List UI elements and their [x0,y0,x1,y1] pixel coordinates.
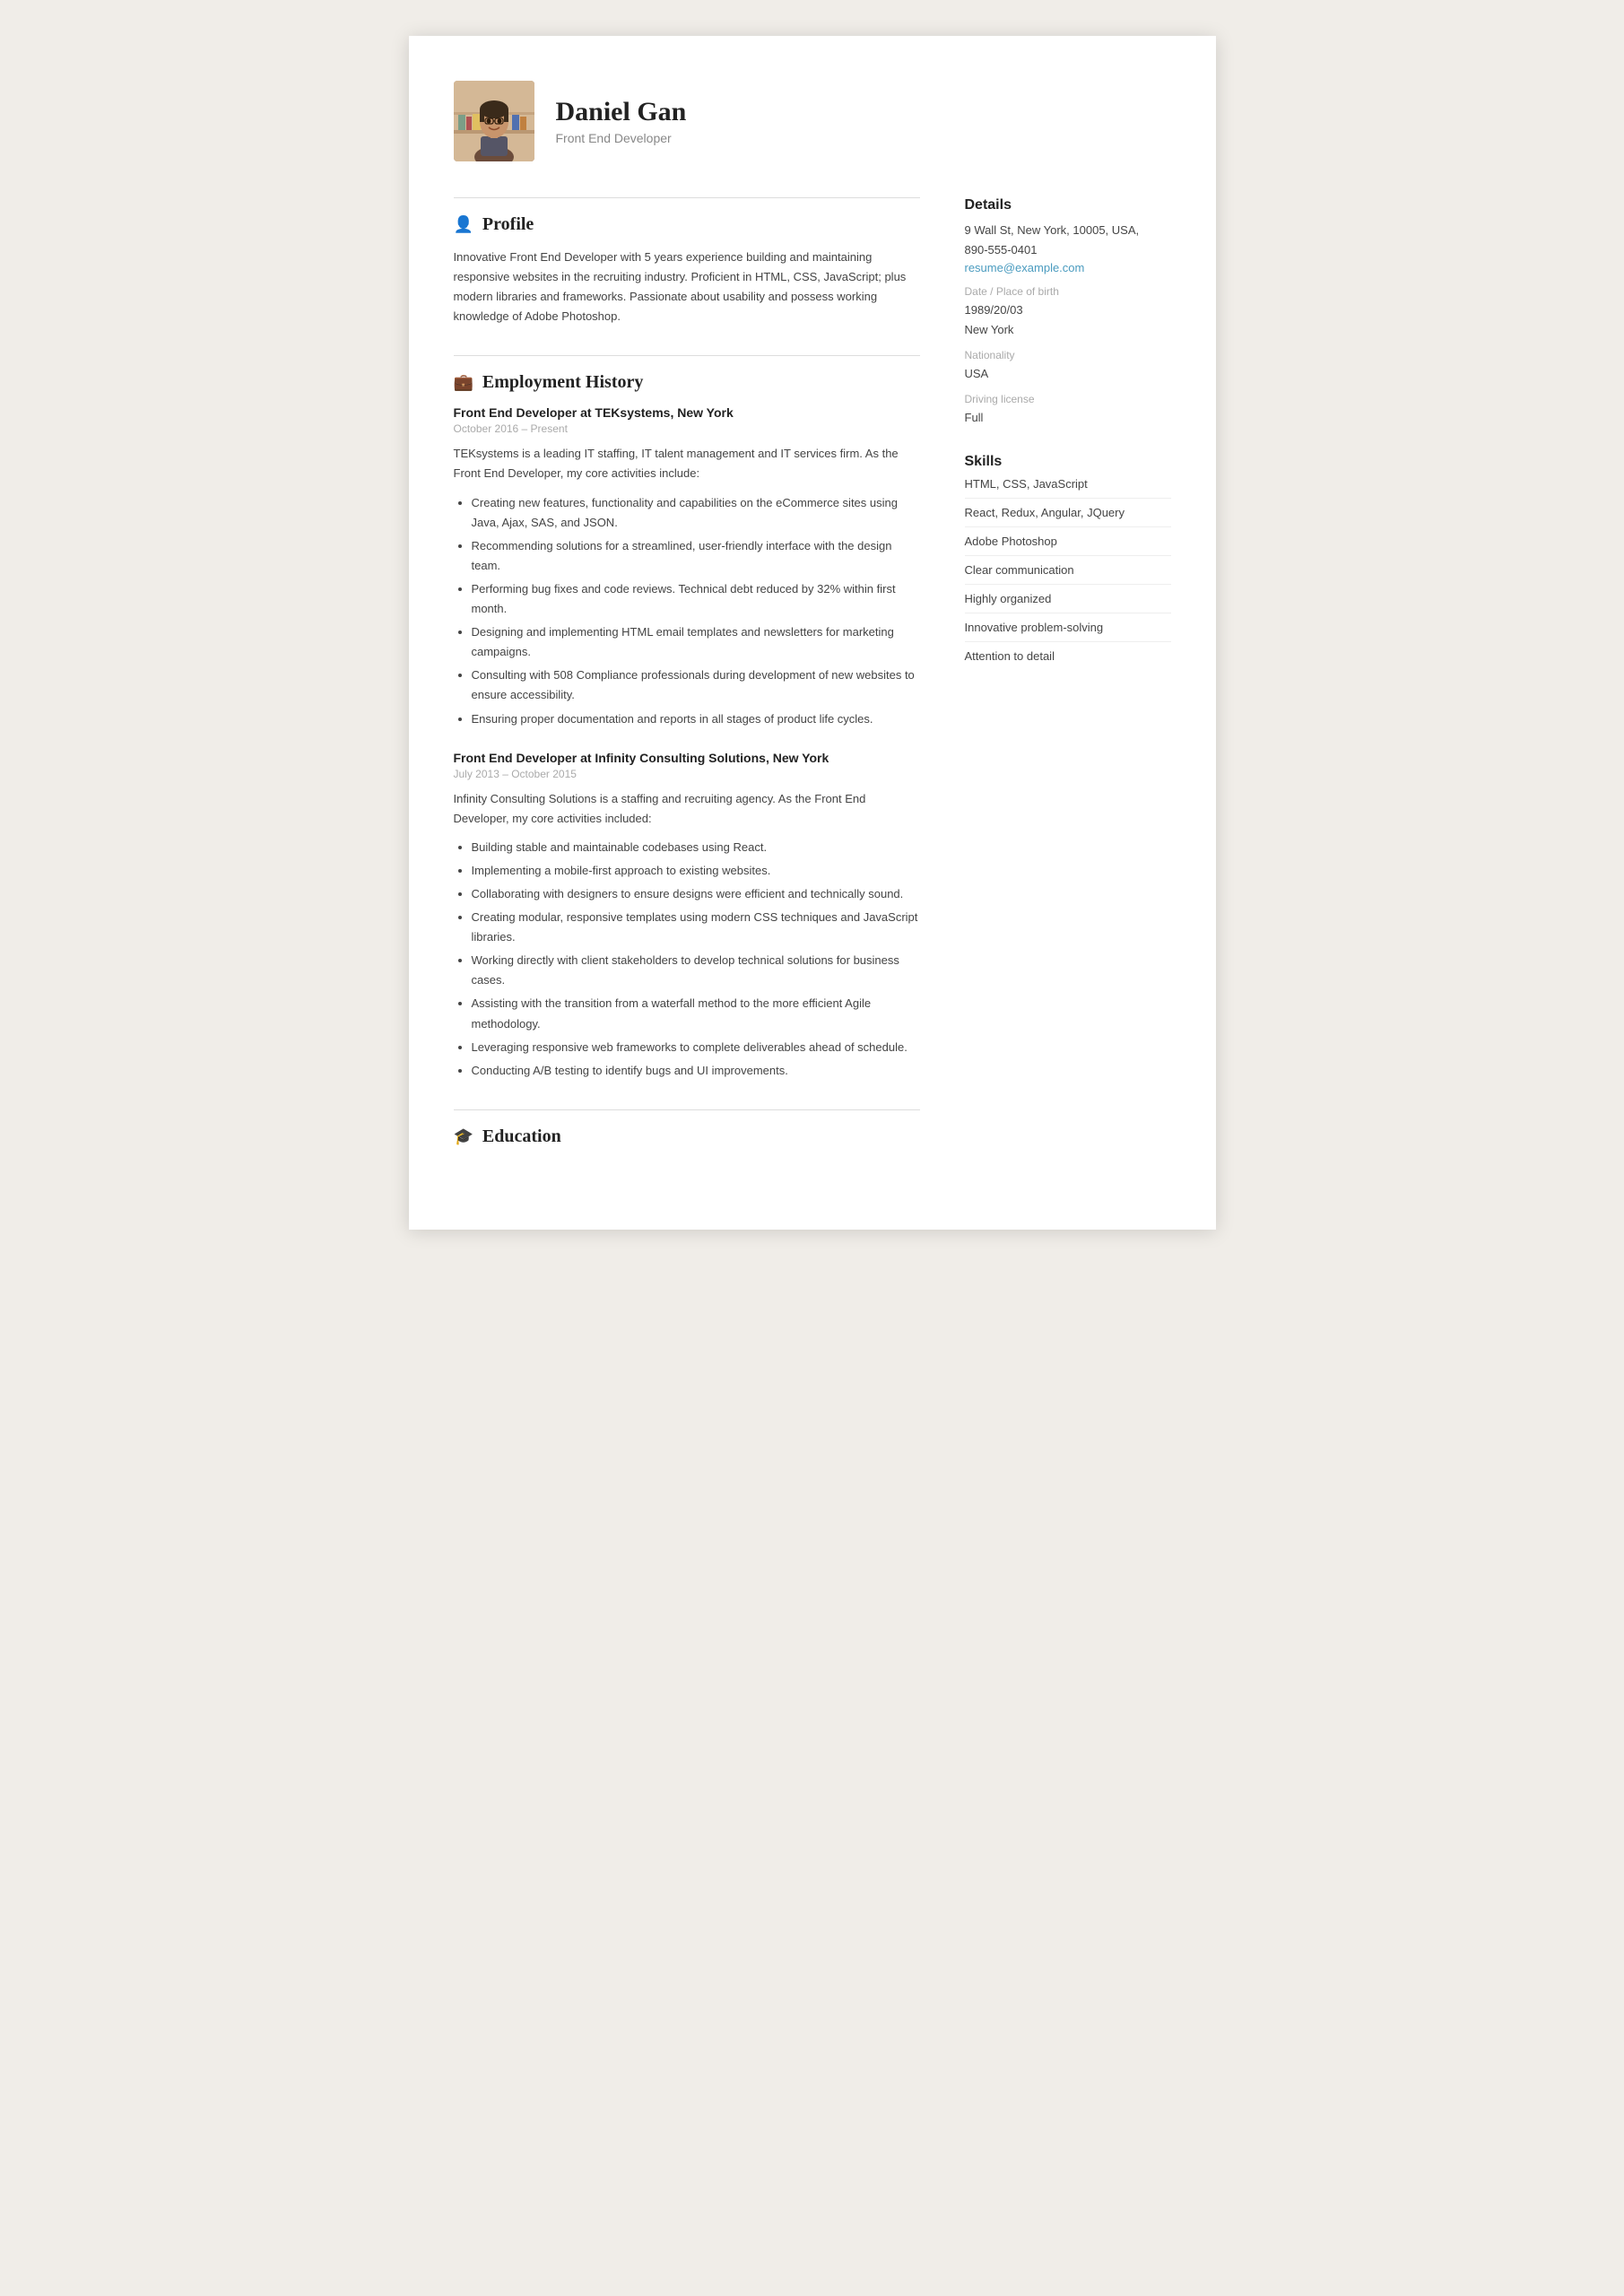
driving-label: Driving license [965,393,1171,405]
candidate-name: Daniel Gan [556,97,687,127]
education-section: 🎓 Education [454,1109,920,1147]
skills-section: Skills HTML, CSS, JavaScript React, Redu… [965,454,1171,670]
list-item: Building stable and maintainable codebas… [472,838,920,857]
list-item: Creating new features, functionality and… [472,493,920,533]
employment-section-title: 💼 Employment History [454,372,920,393]
list-item: Working directly with client stakeholder… [472,951,920,990]
details-phone: 890-555-0401 [965,240,1171,260]
dob-label: Date / Place of birth [965,285,1171,298]
profile-section-title: 👤 Profile [454,214,920,235]
skills-title: Skills [965,454,1171,470]
content-area: 👤 Profile Innovative Front End Developer… [454,197,1171,1176]
details-driving: Full [965,408,1171,428]
list-item: Collaborating with designers to ensure d… [472,884,920,904]
details-birthplace: New York [965,320,1171,340]
skill-item: Innovative problem-solving [965,621,1171,642]
job-dates-1: October 2016 – Present [454,422,920,435]
job-block-1: Front End Developer at TEKsystems, New Y… [454,405,920,728]
job-dates-2: July 2013 – October 2015 [454,768,920,780]
skill-item: HTML, CSS, JavaScript [965,477,1171,499]
skill-item: Adobe Photoshop [965,535,1171,556]
employment-section: 💼 Employment History Front End Developer… [454,355,920,1080]
job-desc-1: TEKsystems is a leading IT staffing, IT … [454,444,920,483]
details-nationality: USA [965,364,1171,384]
list-item: Implementing a mobile-first approach to … [472,861,920,881]
details-title: Details [965,197,1171,213]
list-item: Recommending solutions for a streamlined… [472,536,920,576]
education-section-title: 🎓 Education [454,1126,920,1147]
details-dob: 1989/20/03 [965,300,1171,320]
details-address: 9 Wall St, New York, 10005, USA, [965,221,1171,240]
list-item: Creating modular, responsive templates u… [472,908,920,947]
header-info: Daniel Gan Front End Developer [556,97,687,145]
profile-icon: 👤 [454,215,473,234]
job-title-1: Front End Developer at TEKsystems, New Y… [454,405,920,420]
avatar [454,81,534,161]
job-block-2: Front End Developer at Infinity Consulti… [454,751,920,1081]
list-item: Performing bug fixes and code reviews. T… [472,579,920,619]
education-icon: 🎓 [454,1127,473,1146]
nationality-label: Nationality [965,349,1171,361]
skill-item: Highly organized [965,592,1171,613]
list-item: Ensuring proper documentation and report… [472,709,920,729]
skill-item: Attention to detail [965,649,1171,670]
employment-icon: 💼 [454,373,473,392]
details-email[interactable]: resume@example.com [965,261,1085,274]
left-column: 👤 Profile Innovative Front End Developer… [454,197,920,1176]
right-column: Details 9 Wall St, New York, 10005, USA,… [965,197,1171,1176]
skill-item: React, Redux, Angular, JQuery [965,506,1171,527]
profile-text: Innovative Front End Developer with 5 ye… [454,248,920,326]
profile-section: 👤 Profile Innovative Front End Developer… [454,197,920,326]
resume-container: Daniel Gan Front End Developer 👤 Profile… [409,36,1216,1230]
list-item: Consulting with 508 Compliance professio… [472,665,920,705]
candidate-subtitle: Front End Developer [556,131,687,145]
job-bullets-2: Building stable and maintainable codebas… [454,838,920,1081]
list-item: Leveraging responsive web frameworks to … [472,1038,920,1057]
skill-item: Clear communication [965,563,1171,585]
list-item: Designing and implementing HTML email te… [472,622,920,662]
job-bullets-1: Creating new features, functionality and… [454,493,920,729]
job-desc-2: Infinity Consulting Solutions is a staff… [454,789,920,829]
list-item: Conducting A/B testing to identify bugs … [472,1061,920,1081]
job-title-2: Front End Developer at Infinity Consulti… [454,751,920,765]
details-section: Details 9 Wall St, New York, 10005, USA,… [965,197,1171,429]
list-item: Assisting with the transition from a wat… [472,994,920,1033]
resume-header: Daniel Gan Front End Developer [454,81,1171,161]
